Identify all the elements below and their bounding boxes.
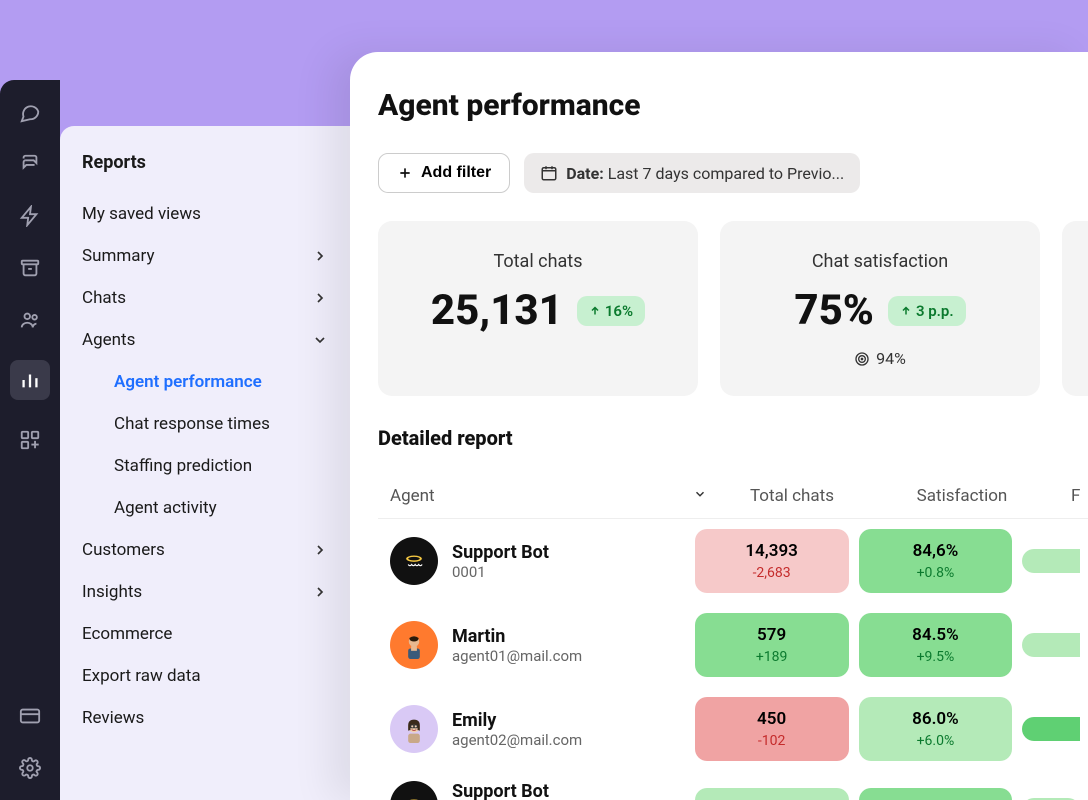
agent-sub: agent02@mail.com (452, 731, 582, 749)
sidebar-item-staffing[interactable]: Staffing prediction (60, 445, 350, 487)
metric-total-chats: 579+189 (695, 613, 849, 677)
stat-card-peek (1062, 221, 1088, 396)
metric-peek (1022, 633, 1080, 657)
agent-sub: agent01@mail.com (452, 647, 582, 665)
chevron-down-icon (312, 332, 328, 348)
stat-value: 75% (794, 286, 874, 335)
target-row: 94% (740, 349, 1020, 368)
col-total-chats[interactable]: Total chats (707, 486, 877, 506)
main-content: Agent performance Add filter Date: Last … (350, 52, 1088, 800)
metric-satisfaction: 84,6%+0.8% (859, 529, 1013, 593)
sidebar-item-insights[interactable]: Insights (60, 571, 350, 613)
archive-icon[interactable] (18, 256, 42, 280)
agent-sub: 0001 (452, 563, 549, 581)
sidebar-item-chats[interactable]: Chats (60, 277, 350, 319)
metric-satisfaction: 86.0%+6.0% (859, 697, 1013, 761)
conversation-icon[interactable] (18, 152, 42, 176)
bolt-icon[interactable] (18, 204, 42, 228)
card-icon[interactable] (18, 704, 42, 728)
sidebar-item-agent-performance[interactable]: Agent performance (60, 361, 350, 403)
sidebar-item-customers[interactable]: Customers (60, 529, 350, 571)
col-agent[interactable]: Agent (378, 486, 683, 506)
stat-value: 25,131 (431, 286, 563, 335)
page-title: Agent performance (378, 88, 1088, 123)
arrow-up-icon (900, 305, 912, 317)
col-peek: F (1047, 486, 1088, 506)
sidebar-item-reviews[interactable]: Reviews (60, 697, 350, 739)
table-header: Agent Total chats Satisfaction F (378, 474, 1088, 519)
detailed-report-title: Detailed report (378, 426, 1088, 450)
metric-satisfaction: 81.7% (859, 788, 1013, 800)
nav-rail (0, 80, 60, 800)
sidebar-item-summary[interactable]: Summary (60, 235, 350, 277)
stat-cards: Total chats 25,131 16% Chat satisfaction… (378, 221, 1088, 396)
sidebar-item-response-times[interactable]: Chat response times (60, 403, 350, 445)
gear-icon[interactable] (18, 756, 42, 780)
avatar (390, 621, 438, 669)
sidebar-item-agent-activity[interactable]: Agent activity (60, 487, 350, 529)
avatar (390, 537, 438, 585)
col-satisfaction[interactable]: Satisfaction (877, 486, 1047, 506)
metric-total-chats: 429 (695, 788, 849, 800)
agent-cell: Emilyagent02@mail.com (378, 705, 695, 753)
filter-row: Add filter Date: Last 7 days compared to… (378, 153, 1088, 193)
date-filter-chip[interactable]: Date: Last 7 days compared to Previo... (524, 153, 860, 193)
calendar-icon (540, 164, 558, 182)
target-icon (854, 351, 870, 367)
chevron-right-icon (312, 542, 328, 558)
table-row[interactable]: Emilyagent02@mail.com450-10286.0%+6.0% (378, 687, 1088, 771)
metric-satisfaction: 84.5%+9.5% (859, 613, 1013, 677)
sidebar-item-agents[interactable]: Agents (60, 319, 350, 361)
sidebar-title: Reports (60, 152, 350, 193)
charts-icon[interactable] (10, 360, 50, 400)
delta-pill: 16% (577, 296, 645, 326)
agent-name: Support Bot (452, 542, 549, 563)
users-icon[interactable] (18, 308, 42, 332)
sort-indicator[interactable] (683, 486, 707, 506)
metric-total-chats: 14,393-2,683 (695, 529, 849, 593)
sidebar-item-ecommerce[interactable]: Ecommerce (60, 613, 350, 655)
metric-peek (1022, 717, 1080, 741)
chevron-down-icon (693, 487, 707, 501)
chevron-right-icon (312, 248, 328, 264)
agent-cell: Support Bot (378, 781, 695, 800)
avatar (390, 705, 438, 753)
agent-name: Martin (452, 626, 582, 647)
table-row[interactable]: Support Bot 429 81.7% (378, 771, 1088, 800)
sidebar-item-export[interactable]: Export raw data (60, 655, 350, 697)
table-row[interactable]: Support Bot000114,393-2,68384,6%+0.8% (378, 519, 1088, 603)
table-row[interactable]: Martinagent01@mail.com579+18984.5%+9.5% (378, 603, 1088, 687)
stat-total-chats: Total chats 25,131 16% (378, 221, 698, 396)
chevron-right-icon (312, 584, 328, 600)
delta-pill: 3 p.p. (888, 296, 966, 326)
agent-name: Emily (452, 710, 582, 731)
chat-icon[interactable] (18, 100, 42, 124)
metric-total-chats: 450-102 (695, 697, 849, 761)
agent-cell: Martinagent01@mail.com (378, 621, 695, 669)
agent-cell: Support Bot0001 (378, 537, 695, 585)
arrow-up-icon (589, 305, 601, 317)
plus-icon (397, 165, 413, 181)
metric-peek (1022, 549, 1080, 573)
apps-icon[interactable] (18, 428, 42, 452)
sidebar-item-saved-views[interactable]: My saved views (60, 193, 350, 235)
reports-sidebar: Reports My saved views Summary Chats Age… (60, 126, 350, 800)
agent-name: Support Bot (452, 781, 549, 800)
chevron-right-icon (312, 290, 328, 306)
add-filter-button[interactable]: Add filter (378, 153, 510, 193)
stat-satisfaction: Chat satisfaction 75% 3 p.p. 94% (720, 221, 1040, 396)
avatar (390, 781, 438, 800)
